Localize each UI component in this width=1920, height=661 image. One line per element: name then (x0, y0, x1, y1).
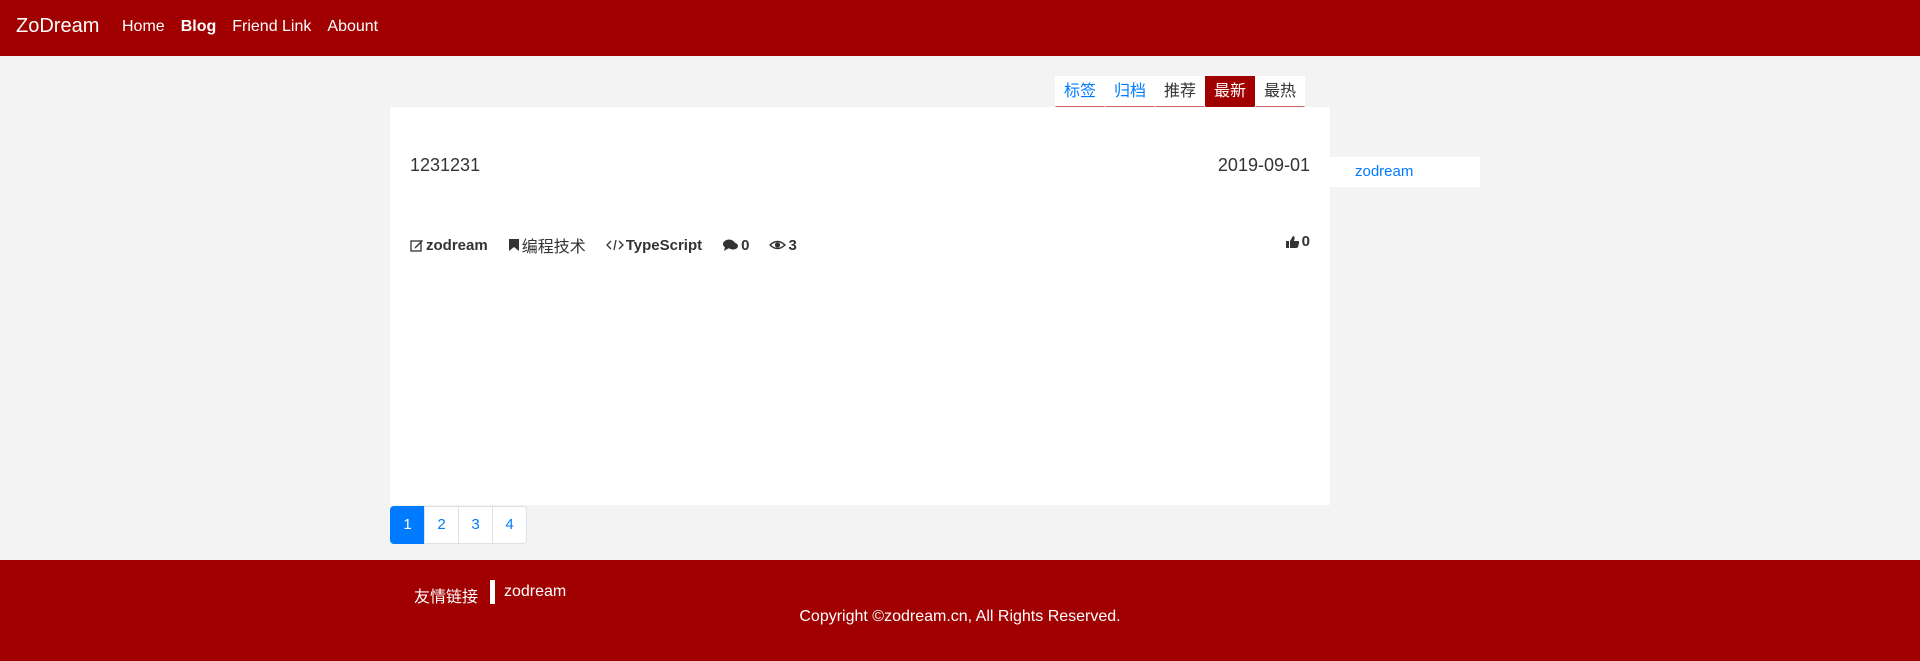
page-3[interactable]: 3 (458, 506, 493, 544)
post-meta: zodream 编程技术 TypeScript 0 3 (410, 233, 817, 257)
post-views: 3 (769, 236, 797, 254)
tab-recommended[interactable]: 推荐 (1155, 76, 1205, 130)
page-1[interactable]: 1 (390, 506, 425, 544)
tab-hottest[interactable]: 最热 (1255, 76, 1305, 130)
tab-label: 标签 (1063, 81, 1096, 100)
brand-logo[interactable]: ZoDream (16, 15, 99, 38)
post-list-panel: 1231231 2019-09-01 zodream 编程技术 TypeScri… (390, 107, 1330, 505)
page-4[interactable]: 4 (492, 506, 527, 544)
comments-icon (722, 238, 739, 252)
top-navbar: ZoDream Home Blog Friend Link Abount (0, 0, 1920, 56)
footer-divider (490, 580, 495, 604)
sidebar-box: zodream (1330, 157, 1480, 187)
nav-home[interactable]: Home (122, 18, 165, 36)
sidebar-link[interactable]: zodream (1355, 163, 1413, 180)
nav-blog[interactable]: Blog (181, 18, 217, 36)
post-likes-count: 0 (1301, 233, 1310, 250)
post-views-count: 3 (788, 236, 797, 254)
post-date: 2019-09-01 (1217, 155, 1310, 175)
tab-label: 最新 (1213, 81, 1246, 100)
post-title[interactable]: 1231231 (410, 155, 480, 176)
tab-label: 最热 (1263, 81, 1296, 100)
post-likes[interactable]: 0 (1285, 233, 1310, 250)
tab-newest[interactable]: 最新 (1205, 76, 1255, 130)
copyright: Copyright ©zodream.cn, All Rights Reserv… (799, 608, 1121, 625)
bookmark-icon (508, 238, 520, 252)
post-category-label: 编程技术 (521, 237, 586, 256)
thumbs-up-icon (1285, 235, 1300, 249)
post-author[interactable]: zodream (410, 237, 488, 254)
nav-links: Home Blog Friend Link Abount (122, 18, 394, 36)
footer: 友情链接 zodream Copyright ©zodream.cn, All … (0, 560, 1920, 661)
post-comments-count: 0 (741, 236, 750, 254)
nav-about[interactable]: Abount (327, 18, 378, 36)
tab-tags[interactable]: 标签 (1055, 76, 1105, 130)
sort-tabs: 标签 归档 推荐 最新 最热 (1055, 76, 1305, 130)
page-2[interactable]: 2 (424, 506, 459, 544)
post-comments: 0 (722, 237, 749, 254)
tab-archive[interactable]: 归档 (1105, 76, 1155, 130)
eye-icon (769, 238, 787, 252)
post-language-label: TypeScript (625, 236, 703, 254)
code-icon (605, 238, 624, 252)
nav-friend-link[interactable]: Friend Link (232, 18, 311, 36)
post-category[interactable]: 编程技术 (508, 233, 586, 257)
post-author-label: zodream (426, 236, 488, 254)
pagination: 1 2 3 4 (390, 506, 527, 544)
tab-label: 推荐 (1163, 81, 1196, 100)
friend-links-label: 友情链接 (414, 587, 479, 606)
edit-icon (410, 238, 424, 252)
post-language[interactable]: TypeScript (605, 236, 703, 254)
tab-label: 归档 (1113, 81, 1146, 100)
footer-friend-link[interactable]: zodream (504, 583, 566, 601)
